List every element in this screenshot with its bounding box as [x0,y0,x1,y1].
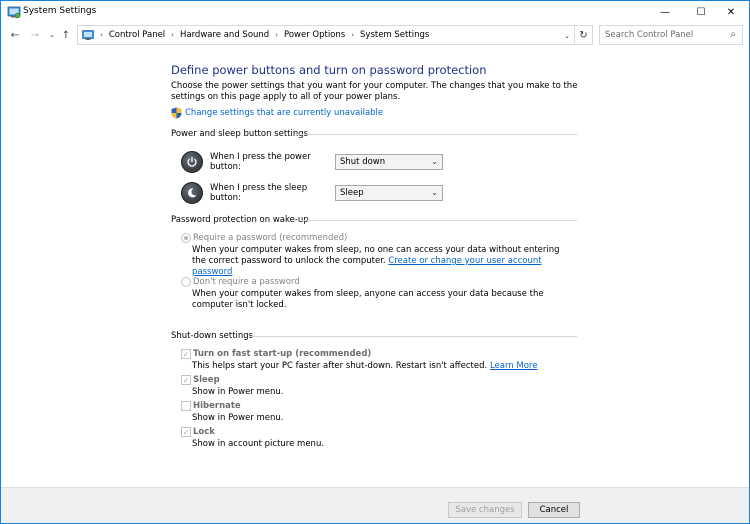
sleep-button-icon [181,182,203,204]
sleep-button-label: When I press the sleep button: [210,183,308,203]
arrow-up-icon: ↑ [61,29,71,41]
require-password-label: Require a password (recommended) [193,233,348,243]
no-password-radio[interactable] [181,277,191,287]
recent-locations-button[interactable]: ⌄ [45,27,59,43]
require-password-option[interactable]: Require a password (recommended) [181,233,347,243]
chevron-right-icon: › [275,31,278,39]
shutdown-section-title: Shut-down settings [171,331,254,341]
control-panel-small-icon [82,30,94,40]
section-divider [301,220,577,221]
moon-icon [188,188,197,198]
search-box: ⌕ [599,25,743,45]
section-divider [297,134,577,135]
sleep-option[interactable]: ✓ Sleep [181,375,220,385]
lock-option[interactable]: ✓ Lock [181,427,215,437]
close-icon: ✕ [726,6,736,18]
power-button-select[interactable]: Shut down ⌄ [335,154,443,170]
breadcrumb-power-options[interactable]: Power Options [284,30,345,40]
chevron-right-icon: › [100,31,103,39]
sleep-option-description: Show in Power menu. [192,387,284,397]
save-changes-button[interactable]: Save changes [448,502,522,518]
footer-bar: Save changes Cancel [1,487,749,523]
sleep-option-label: Sleep [193,375,220,385]
lock-checkbox[interactable]: ✓ [181,427,191,437]
back-button[interactable]: ← [8,27,22,43]
no-password-option[interactable]: Don't require a password [181,277,300,287]
search-input[interactable] [600,26,720,44]
lock-option-description: Show in account picture menu. [192,439,325,449]
hibernate-checkbox[interactable] [181,401,191,411]
main-content: Define power buttons and turn on passwor… [1,47,749,487]
require-password-description: When your computer wakes from sleep, no … [192,245,572,278]
fast-startup-option[interactable]: ✓ Turn on fast start-up (recommended) [181,349,371,359]
chevron-down-icon: ⌄ [49,31,55,39]
minimize-button[interactable]: — [647,1,683,23]
password-section-title: Password protection on wake-up [171,215,309,225]
lock-option-label: Lock [193,427,215,437]
sleep-button-row: When I press the sleep button: Sleep ⌄ [181,182,443,204]
power-symbol-icon [187,157,197,167]
chevron-right-icon: › [351,31,355,39]
system-settings-window: System Settings — ☐ ✕ ← → ⌄ ↑ › Control … [0,0,750,524]
sleep-checkbox[interactable]: ✓ [181,375,191,385]
fast-startup-text: This helps start your PC faster after sh… [192,361,488,371]
chevron-down-icon: ⌄ [431,157,438,166]
page-description: Choose the power settings that you want … [171,81,578,102]
refresh-icon: ↻ [579,29,588,41]
control-panel-icon [7,6,21,19]
power-button-value: Shut down [340,157,386,167]
fast-startup-checkbox[interactable]: ✓ [181,349,191,359]
forward-button[interactable]: → [28,27,42,43]
cancel-button[interactable]: Cancel [528,502,580,518]
sleep-button-select[interactable]: Sleep ⌄ [335,185,443,201]
hibernate-option[interactable]: Hibernate [181,401,241,411]
arrow-left-icon: ← [10,29,20,41]
fast-startup-label: Turn on fast start-up (recommended) [193,349,372,359]
chevron-down-icon: ⌄ [431,188,438,197]
refresh-button[interactable]: ↻ [575,25,593,45]
power-button-row: When I press the power button: Shut down… [181,151,443,173]
power-button-label: When I press the power button: [210,152,311,172]
breadcrumb-control-panel[interactable]: Control Panel [109,30,165,40]
minimize-icon: — [660,6,670,18]
breadcrumb[interactable]: › Control Panel › Hardware and Sound › P… [77,25,575,45]
sleep-button-value: Sleep [340,188,364,198]
up-button[interactable]: ↑ [59,27,73,43]
address-bar: ← → ⌄ ↑ › Control Panel › Hardware and S… [1,23,749,47]
page-title: Define power buttons and turn on passwor… [171,63,487,77]
no-password-label: Don't require a password [193,277,300,287]
breadcrumb-system-settings[interactable]: System Settings [360,30,429,40]
title-bar: System Settings — ☐ ✕ [1,1,749,23]
breadcrumb-hardware-and-sound[interactable]: Hardware and Sound [180,30,269,40]
no-password-description: When your computer wakes from sleep, any… [192,289,544,310]
power-button-icon [181,151,203,173]
learn-more-link[interactable]: Learn More [490,361,538,371]
window-title: System Settings [23,6,97,16]
maximize-icon: ☐ [696,6,706,18]
search-icon[interactable]: ⌕ [730,29,736,40]
close-button[interactable]: ✕ [713,1,749,23]
require-password-radio[interactable] [181,233,191,243]
change-settings-link[interactable]: Change settings that are currently unava… [185,108,383,118]
arrow-right-icon: → [30,29,40,41]
hibernate-option-label: Hibernate [193,401,241,411]
fast-startup-description: This helps start your PC faster after sh… [192,361,537,371]
hibernate-option-description: Show in Power menu. [192,413,284,423]
power-section-title: Power and sleep button settings [171,129,309,139]
chevron-right-icon: › [171,31,174,39]
uac-shield-icon [171,107,182,119]
address-dropdown-icon[interactable]: ⌄ [564,32,570,40]
section-divider [249,336,577,337]
change-settings-row: Change settings that are currently unava… [171,107,383,119]
